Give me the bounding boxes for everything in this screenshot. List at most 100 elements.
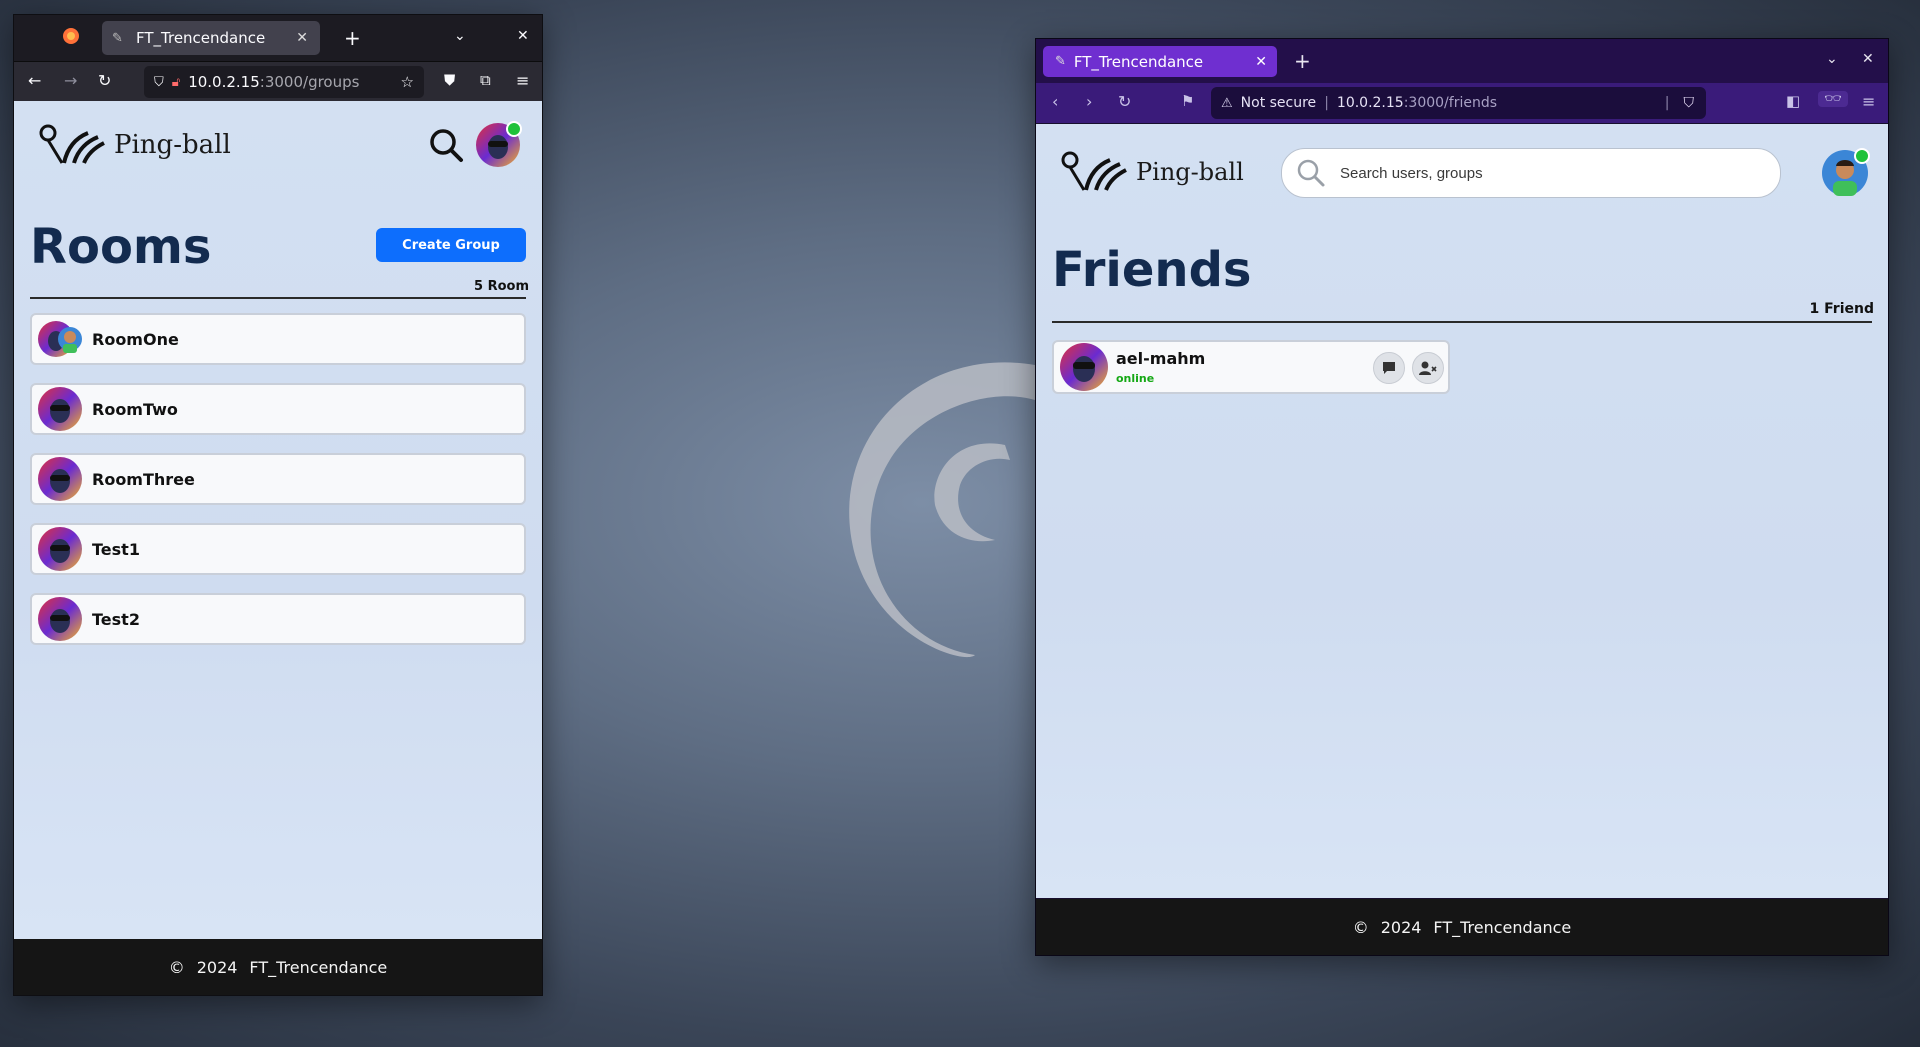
- tab-title: FT_Trencendance: [136, 29, 266, 47]
- logo[interactable]: Ping-ball: [1060, 150, 1244, 194]
- logo-text: Ping-ball: [114, 130, 231, 160]
- room-name: RoomOne: [92, 329, 179, 349]
- lock-warning-icon[interactable]: 🔓︎: [172, 75, 180, 90]
- reader-glasses-icon[interactable]: 👓︎: [1818, 91, 1848, 107]
- close-tab-icon[interactable]: ✕: [296, 30, 308, 46]
- page-title: Friends: [1052, 242, 1252, 298]
- back-icon[interactable]: ←: [28, 71, 41, 90]
- url-separator: |: [1324, 95, 1329, 111]
- room-name: RoomThree: [92, 469, 195, 489]
- room-item[interactable]: RoomTwo: [30, 383, 526, 435]
- warning-icon[interactable]: ⚠: [1221, 96, 1233, 111]
- remove-friend-button[interactable]: [1412, 352, 1444, 384]
- left-active-tab[interactable]: ✎ FT_Trencendance ✕: [102, 21, 320, 55]
- copyright-symbol: ©: [168, 957, 185, 977]
- room-name: RoomTwo: [92, 399, 178, 419]
- page-title: Rooms: [30, 219, 212, 275]
- copyright-symbol: ©: [1352, 917, 1369, 937]
- left-tab-bar: ✎ FT_Trencendance ✕ + ⌄ ✕: [14, 15, 542, 61]
- logo[interactable]: Ping-ball: [38, 123, 231, 167]
- footer-year: 2024: [196, 957, 238, 977]
- right-app-content: Ping-ball Friends 1 Friend ael: [1036, 124, 1888, 898]
- window-close-icon[interactable]: ✕: [517, 28, 529, 44]
- menu-icon[interactable]: ≡: [1862, 92, 1875, 111]
- room-item[interactable]: RoomThree: [30, 453, 526, 505]
- left-app-content: Ping-ball Rooms Create Group 5 Room Room…: [14, 101, 542, 939]
- back-icon[interactable]: ‹: [1052, 92, 1058, 111]
- friend-info: ael-mahm online: [1116, 349, 1205, 385]
- sidebar-icon[interactable]: ◧: [1786, 92, 1800, 110]
- room-count: 5 Room: [474, 279, 529, 294]
- extensions-icon[interactable]: ⧉: [480, 71, 491, 89]
- footer-name: FT_Trencendance: [249, 957, 388, 977]
- firefox-view-icon[interactable]: [62, 27, 80, 50]
- shield-icon[interactable]: ⛉: [154, 75, 164, 90]
- reload-icon[interactable]: ↻: [98, 71, 111, 90]
- ping-ball-logo-icon: [39, 124, 105, 164]
- desktop-swirl-logo: [849, 362, 1035, 658]
- pocket-icon[interactable]: ⛊: [444, 71, 455, 89]
- footer: © 2024 FT_Trencendance: [14, 939, 542, 995]
- tab-favicon-icon: ✎: [1055, 54, 1066, 69]
- tab-list-chevron-icon[interactable]: ⌄: [454, 28, 466, 44]
- friend-count: 1 Friend: [1809, 301, 1874, 317]
- room-avatar: [38, 387, 82, 431]
- security-label[interactable]: Not secure: [1241, 95, 1317, 111]
- window-close-icon[interactable]: ✕: [1862, 51, 1874, 67]
- friend-card[interactable]: ael-mahm online: [1052, 340, 1450, 394]
- divider: [30, 297, 526, 299]
- online-indicator: [1854, 148, 1870, 164]
- new-tab-icon[interactable]: +: [344, 26, 361, 50]
- new-tab-icon[interactable]: +: [1294, 49, 1311, 73]
- close-tab-icon[interactable]: ✕: [1255, 54, 1267, 70]
- forward-icon[interactable]: ›: [1086, 92, 1092, 111]
- room-avatar: [38, 527, 82, 571]
- forward-icon[interactable]: →: [64, 71, 77, 90]
- reload-icon[interactable]: ↻: [1118, 92, 1131, 111]
- message-button[interactable]: [1373, 352, 1405, 384]
- ping-ball-logo-icon: [1061, 151, 1127, 191]
- left-nav-bar: ← → ↻ ⛉ 🔓︎ 10.0.2.15:3000/groups ☆ ⛊ ⧉ ≡: [14, 61, 542, 102]
- footer: © 2024 FT_Trencendance: [1036, 899, 1888, 955]
- divider: [1052, 321, 1872, 323]
- url-text: 10.0.2.15:3000/groups: [188, 73, 360, 91]
- tab-search-chevron-icon[interactable]: ⌄: [1826, 51, 1838, 67]
- right-browser-window: ✎ FT_Trencendance ✕ + ⌄ ✕ ‹ › ↻ ⚑ ⚠ Not …: [1035, 38, 1889, 956]
- friend-name: ael-mahm: [1116, 349, 1206, 368]
- friend-avatar: [1060, 343, 1108, 391]
- menu-icon[interactable]: ≡: [516, 71, 529, 90]
- right-url-bar[interactable]: ⚠ Not secure | 10.0.2.15:3000/friends | …: [1211, 87, 1706, 119]
- room-list: RoomOne RoomTwo RoomThree Test1 Test2: [30, 313, 526, 663]
- footer-year: 2024: [1380, 917, 1422, 937]
- left-url-bar[interactable]: ⛉ 🔓︎ 10.0.2.15:3000/groups ☆: [144, 66, 424, 98]
- user-avatar[interactable]: [1822, 148, 1870, 196]
- brave-shields-icon[interactable]: ⛉: [1684, 95, 1695, 111]
- room-item[interactable]: Test1: [30, 523, 526, 575]
- left-browser-window: ✎ FT_Trencendance ✕ + ⌄ ✕ ← → ↻ ⛉ 🔓︎ 10.…: [13, 14, 543, 996]
- chat-bubble-icon: [1383, 362, 1395, 374]
- bookmark-icon[interactable]: ⚑: [1181, 92, 1194, 110]
- room-item[interactable]: RoomOne: [30, 313, 526, 365]
- url-text: 10.0.2.15:3000/friends: [1336, 95, 1498, 111]
- friend-status: online: [1116, 372, 1155, 385]
- search-input[interactable]: [1338, 163, 1742, 183]
- search-bar[interactable]: [1281, 148, 1781, 198]
- room-name: Test1: [92, 539, 140, 559]
- right-nav-bar: ‹ › ↻ ⚑ ⚠ Not secure | 10.0.2.15:3000/fr…: [1036, 83, 1888, 123]
- search-icon: [1296, 158, 1326, 188]
- footer-name: FT_Trencendance: [1433, 917, 1572, 937]
- right-tab-bar: ✎ FT_Trencendance ✕ + ⌄ ✕: [1036, 39, 1888, 83]
- logo-text: Ping-ball: [1136, 158, 1244, 186]
- online-indicator: [506, 121, 522, 137]
- bookmark-star-icon[interactable]: ☆: [401, 73, 414, 91]
- user-avatar[interactable]: [476, 121, 522, 167]
- room-avatar: [38, 457, 82, 501]
- remove-user-icon: [1419, 361, 1437, 375]
- room-item[interactable]: Test2: [30, 593, 526, 645]
- tab-favicon-icon: ✎: [112, 30, 123, 46]
- url-divider: |: [1664, 95, 1670, 111]
- search-icon[interactable]: [428, 127, 464, 167]
- right-active-tab[interactable]: ✎ FT_Trencendance ✕: [1043, 46, 1277, 77]
- create-group-button[interactable]: Create Group: [376, 228, 526, 262]
- room-avatar: [38, 597, 82, 641]
